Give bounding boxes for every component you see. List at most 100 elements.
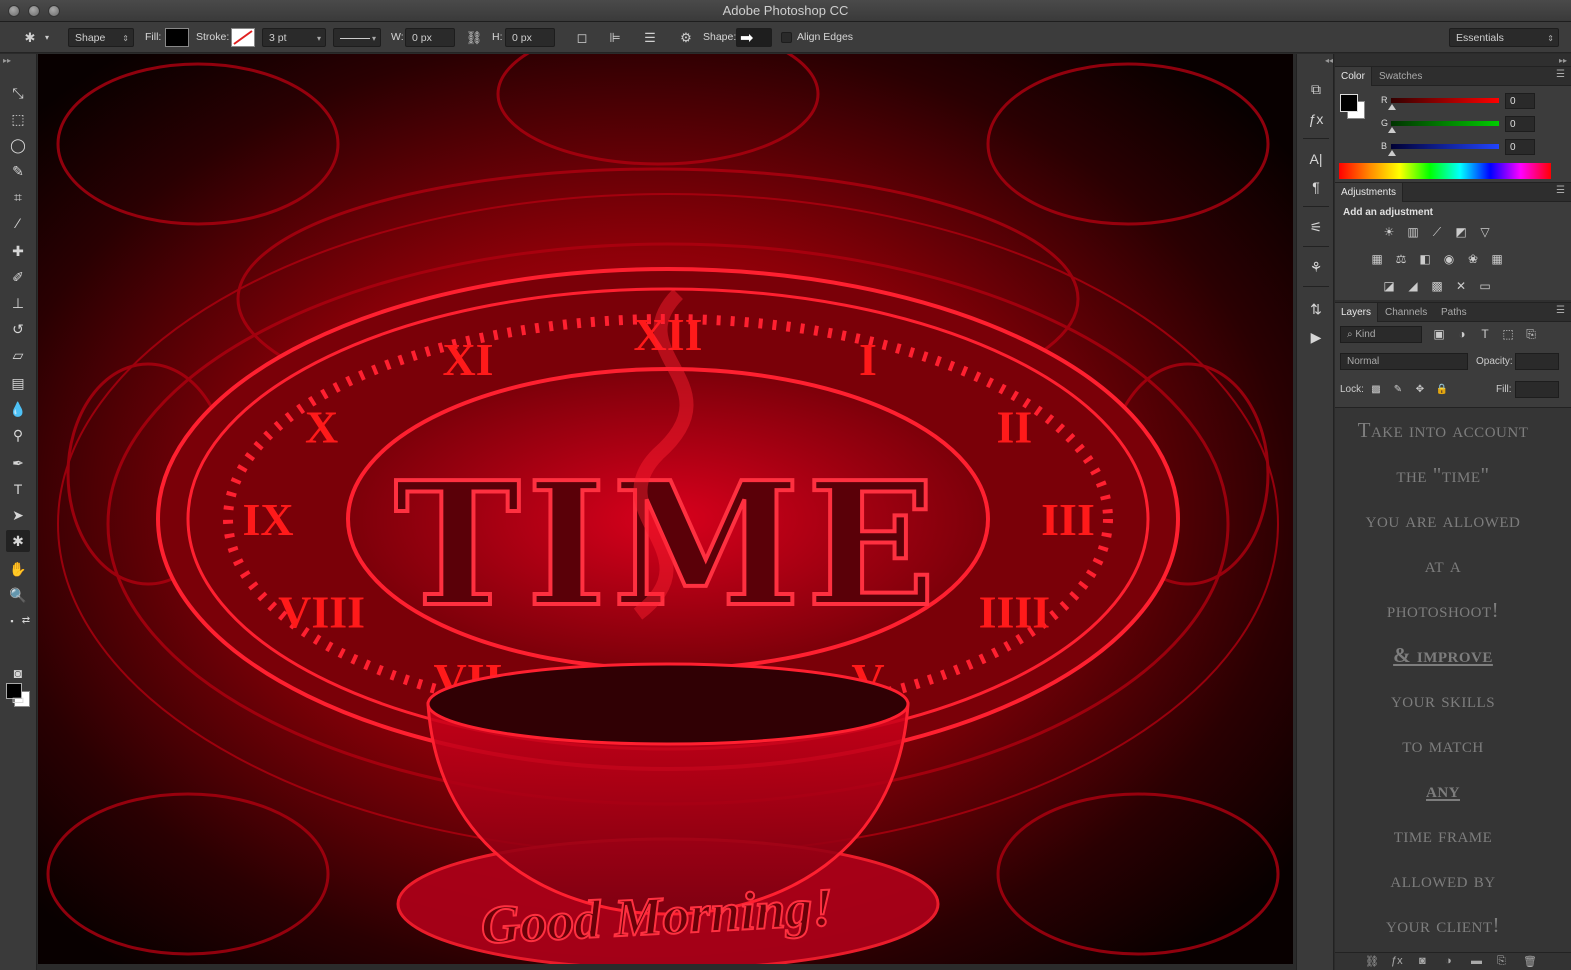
blue-channel-slider[interactable]: B 0 [1381,139,1571,159]
collapse-dock-icon[interactable]: ◂◂ [1325,56,1333,65]
tool-mode-select[interactable]: Shape ⇕ [68,28,134,47]
trash-icon[interactable]: 🗑 [1523,955,1537,968]
layer-filter-select[interactable]: ⌕ Kind [1340,326,1422,343]
path-arrangement-icon[interactable]: ☰ [640,28,660,47]
curves-icon[interactable]: ⟋ [1428,223,1446,241]
paragraph-panel-icon[interactable]: ¶ [1305,176,1327,198]
green-value-field[interactable]: 0 [1505,116,1535,132]
document-canvas[interactable]: XIIIIIIIIIIIIVVIVIIVIIIIXXXI TIME Good M… [38,54,1293,964]
vibrance-icon[interactable]: ▽ [1476,223,1494,241]
move-tool-icon[interactable]: ⤡ [6,82,30,104]
green-gradient-bar[interactable] [1391,121,1499,126]
collapse-tools-icon[interactable]: ▸▸ [3,56,11,65]
swap-colors-icon[interactable]: ⇄ [20,610,32,632]
green-slider-thumb[interactable] [1388,127,1396,133]
collapse-panels-icon[interactable]: ▸▸ [1559,56,1567,65]
character-panel-icon[interactable]: A| [1305,148,1327,170]
quick-selection-tool-icon[interactable]: ✎ [6,160,30,182]
color-fg-swatch[interactable] [1340,94,1358,112]
custom-shape-tool-icon[interactable]: ✱ [6,530,30,552]
exposure-icon[interactable]: ◩ [1452,223,1470,241]
opacity-field[interactable] [1515,353,1559,370]
red-gradient-bar[interactable] [1391,98,1499,103]
gear-icon[interactable]: ⚙ [676,28,696,47]
panel-menu-icon[interactable]: ☰ [1556,185,1565,196]
blue-gradient-bar[interactable] [1391,144,1499,149]
workspace-select[interactable]: Essentials ⇕ [1449,28,1559,47]
default-colors-icon[interactable]: ▪ [6,610,18,632]
gradient-map-icon[interactable]: ▭ [1476,277,1494,295]
layer-fill-field[interactable] [1515,381,1559,398]
stroke-width-field[interactable]: 3 pt ▾ [262,28,326,47]
path-operations-icon[interactable]: ◻ [572,28,592,47]
brush-tool-icon[interactable]: ✐ [6,266,30,288]
invert-icon[interactable]: ◪ [1380,277,1398,295]
filter-smart-object-icon[interactable]: ⎘ [1522,325,1540,343]
crop-tool-icon[interactable]: ⌗ [6,186,30,208]
screen-mode-icon[interactable]: ▭ [6,688,30,710]
tab-adjustments[interactable]: Adjustments [1335,183,1404,202]
gradient-tool-icon[interactable]: ▤ [6,372,30,394]
quick-mask-icon[interactable]: ◙ [6,662,30,684]
channel-mixer-icon[interactable]: ❀ [1464,250,1482,268]
add-mask-icon[interactable]: ◙ [1419,955,1426,967]
black-white-icon[interactable]: ◧ [1416,250,1434,268]
tab-paths[interactable]: Paths [1435,303,1473,322]
pen-tool-icon[interactable]: ✒ [6,452,30,474]
history-panel-icon[interactable]: ⧉ [1305,78,1327,100]
brightness-contrast-icon[interactable]: ☀ [1380,223,1398,241]
history-brush-tool-icon[interactable]: ↺ [6,318,30,340]
photo-filter-icon[interactable]: ◉ [1440,250,1458,268]
lock-position-icon[interactable]: ✥ [1411,381,1429,399]
levels-icon[interactable]: ▥ [1404,223,1422,241]
eraser-tool-icon[interactable]: ▱ [6,344,30,366]
tab-channels[interactable]: Channels [1379,303,1433,322]
clone-stamp-tool-icon[interactable]: ⊥ [6,292,30,314]
filter-shape-icon[interactable]: ⬚ [1499,325,1517,343]
path-selection-tool-icon[interactable]: ➤ [6,504,30,526]
align-edges-checkbox[interactable] [781,32,792,43]
red-channel-slider[interactable]: R 0 [1381,93,1571,113]
selective-color-icon[interactable]: ✕ [1452,277,1470,295]
filter-type-icon[interactable]: T [1476,325,1494,343]
marquee-tool-icon[interactable]: ⬚ [6,108,30,130]
tab-layers[interactable]: Layers [1335,303,1379,322]
tab-swatches[interactable]: Swatches [1373,67,1428,86]
threshold-icon[interactable]: ▩ [1428,277,1446,295]
lock-all-icon[interactable]: 🔒 [1433,381,1451,399]
height-field[interactable]: 0 px [505,28,555,47]
layer-style-icon[interactable]: ƒx [1391,955,1403,967]
fill-swatch[interactable] [165,28,189,47]
layers-list[interactable]: Take into account the "time" you are all… [1335,407,1571,953]
panel-menu-icon[interactable]: ☰ [1556,305,1565,316]
shape-picker[interactable]: ➡ [736,28,772,47]
eyedropper-tool-icon[interactable]: ⁄ [6,212,30,234]
width-field[interactable]: 0 px [405,28,455,47]
panel-menu-icon[interactable]: ☰ [1556,69,1565,80]
color-lookup-icon[interactable]: ▦ [1488,250,1506,268]
healing-brush-tool-icon[interactable]: ✚ [6,240,30,262]
type-tool-icon[interactable]: T [6,478,30,500]
new-group-icon[interactable]: ▬ [1471,955,1482,967]
posterize-icon[interactable]: ◢ [1404,277,1422,295]
red-slider-thumb[interactable] [1388,104,1396,110]
actions-play-icon[interactable]: ▶ [1305,326,1327,348]
filter-pixel-icon[interactable]: ▣ [1430,325,1448,343]
color-spectrum-ramp[interactable] [1339,163,1551,179]
blue-value-field[interactable]: 0 [1505,139,1535,155]
blend-mode-select[interactable]: Normal [1340,353,1468,370]
red-value-field[interactable]: 0 [1505,93,1535,109]
filter-adjustment-icon[interactable]: ◑ [1453,325,1471,343]
color-balance-icon[interactable]: ⚖ [1392,250,1410,268]
hand-tool-icon[interactable]: ✋ [6,558,30,580]
stroke-swatch[interactable] [231,28,255,47]
brush-presets-icon[interactable]: ⚘ [1305,256,1327,278]
link-icon[interactable]: ⛓ [464,28,484,47]
styles-panel-icon[interactable]: ƒx [1305,108,1327,130]
new-layer-icon[interactable]: ⎘ [1497,955,1506,968]
zoom-tool-icon[interactable]: 🔍 [6,584,30,606]
custom-shape-tool-preset-icon[interactable]: ✱ [20,28,40,47]
link-layers-icon[interactable]: ⛓ [1365,955,1379,968]
blue-slider-thumb[interactable] [1388,150,1396,156]
stroke-type-select[interactable]: ▾ [333,28,381,47]
